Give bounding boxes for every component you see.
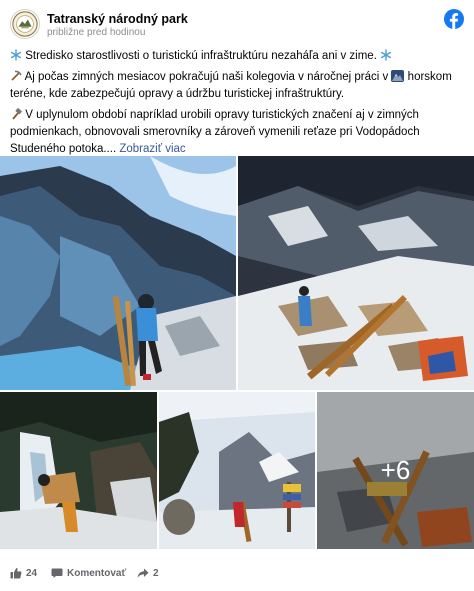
post-text: Stredisko starostlivosti o turistickú in… <box>10 48 466 162</box>
post-photo-1[interactable] <box>0 156 236 390</box>
mountain-icon <box>391 70 405 82</box>
post-line-3: V uplynulom období napríklad urobili opr… <box>10 109 420 155</box>
tanap-emblem-icon <box>12 11 38 37</box>
page-avatar[interactable] <box>10 9 40 39</box>
post-header: Tatranský národný park približne pred ho… <box>10 8 464 42</box>
like-count: 24 <box>26 567 38 579</box>
post-photo-2[interactable] <box>238 156 474 390</box>
facebook-logo-icon[interactable] <box>444 9 464 29</box>
mountain-climber-photo <box>0 156 236 390</box>
comment-label: Komentovať <box>67 567 127 579</box>
snowy-slope-photo <box>238 156 474 390</box>
post-timestamp[interactable]: približne pred hodinou <box>47 27 145 38</box>
post-photo-3[interactable] <box>0 392 157 549</box>
share-button[interactable]: 2 <box>137 567 159 579</box>
post-paragraph: Aj počas zimných mesiacov pokračujú naši… <box>10 69 466 103</box>
post-line-2a: Aj počas zimných mesiacov pokračujú naši… <box>24 71 389 83</box>
like-button[interactable]: 24 <box>10 567 37 579</box>
see-more-link[interactable]: Zobraziť viac <box>119 143 185 155</box>
waterfall-worker-photo <box>0 392 157 549</box>
hammer-icon <box>12 108 22 120</box>
post-paragraph: V uplynulom období napríklad urobili opr… <box>10 107 466 158</box>
trail-signpost-photo <box>159 392 315 549</box>
post-paragraph: Stredisko starostlivosti o turistickú in… <box>10 48 466 65</box>
snowflake-icon <box>11 49 22 61</box>
post-line-1: Stredisko starostlivosti o turistickú in… <box>25 50 377 62</box>
share-arrow-icon <box>137 568 149 578</box>
more-photos-overlay[interactable]: +6 <box>317 392 474 549</box>
snowflake-icon <box>381 49 392 61</box>
comment-button[interactable]: Komentovať <box>51 567 126 579</box>
share-count: 2 <box>153 567 159 579</box>
comment-icon <box>51 568 63 578</box>
post-photo-4[interactable] <box>159 392 315 549</box>
post-footer: 24 Komentovať 2 <box>10 564 464 584</box>
post-photo-5[interactable]: +6 <box>317 392 474 549</box>
thumbs-up-icon <box>10 568 22 579</box>
page-name[interactable]: Tatranský národný park <box>47 12 188 26</box>
pick-icon <box>11 70 22 81</box>
